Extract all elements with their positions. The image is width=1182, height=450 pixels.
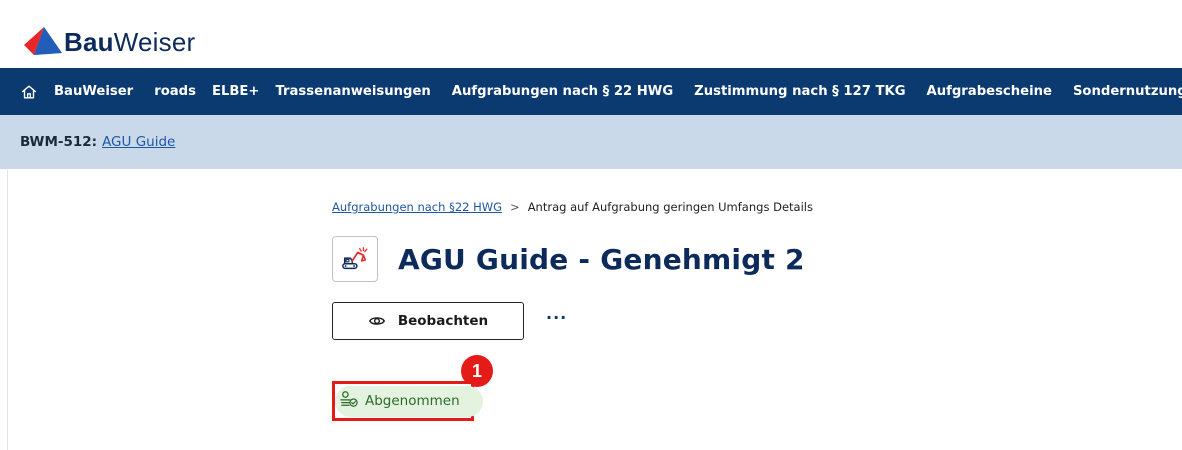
breadcrumb-parent-link[interactable]: Aufgrabungen nach §22 HWG bbox=[332, 200, 502, 214]
eye-icon bbox=[368, 312, 386, 330]
excavator-icon bbox=[332, 236, 378, 282]
content-left-border bbox=[7, 170, 8, 450]
nav-item-aufgrabungen-hwg[interactable]: Aufgrabungen nach § 22 HWG bbox=[452, 84, 673, 99]
watch-button[interactable]: Beobachten bbox=[332, 302, 524, 340]
context-bar: BWM-512: AGU Guide bbox=[0, 115, 1182, 169]
context-key: BWM-512: bbox=[20, 134, 98, 150]
page-header: AGU Guide - Genehmigt 2 bbox=[332, 236, 805, 282]
inspection-approved-icon bbox=[339, 390, 359, 412]
nav-item-elbe[interactable]: ELBE+ bbox=[212, 84, 260, 99]
page-actions: Beobachten ··· bbox=[332, 302, 567, 340]
nav-item-aufgrabescheine[interactable]: Aufgrabescheine bbox=[927, 84, 1052, 99]
bauweiser-logo[interactable]: BauWeiser bbox=[22, 24, 195, 60]
logo-mark-icon bbox=[24, 27, 62, 55]
page-title: AGU Guide - Genehmigt 2 bbox=[398, 242, 805, 276]
app-header: BauWeiser bbox=[0, 0, 1182, 68]
nav-item-zustimmung-tkg[interactable]: Zustimmung nach § 127 TKG bbox=[694, 84, 905, 99]
nav-item-roads[interactable]: roads bbox=[154, 84, 196, 99]
home-icon[interactable] bbox=[20, 78, 38, 106]
nav-item-sondernutzungen[interactable]: Sondernutzungen bbox=[1073, 84, 1182, 99]
breadcrumb-current: Antrag auf Aufgrabung geringen Umfangs D… bbox=[527, 200, 813, 214]
more-options-button[interactable]: ··· bbox=[546, 310, 567, 329]
context-link[interactable]: AGU Guide bbox=[102, 134, 175, 150]
nav-item-trassenanweisungen[interactable]: Trassenanweisungen bbox=[275, 84, 430, 99]
status-label: Abgenommen bbox=[365, 393, 460, 409]
breadcrumb: Aufgrabungen nach §22 HWG > Antrag auf A… bbox=[332, 200, 813, 214]
status-area: Abgenommen bbox=[332, 381, 483, 421]
nav-item-bauweiser[interactable]: BauWeiser bbox=[54, 84, 133, 99]
watch-button-label: Beobachten bbox=[397, 313, 489, 329]
status-badge: Abgenommen bbox=[332, 381, 483, 421]
logo-text: BauWeiser bbox=[64, 26, 196, 57]
breadcrumb-separator: > bbox=[510, 200, 520, 214]
main-nav: BauWeiser roads ELBE+ Trassenanweisungen… bbox=[0, 68, 1182, 115]
